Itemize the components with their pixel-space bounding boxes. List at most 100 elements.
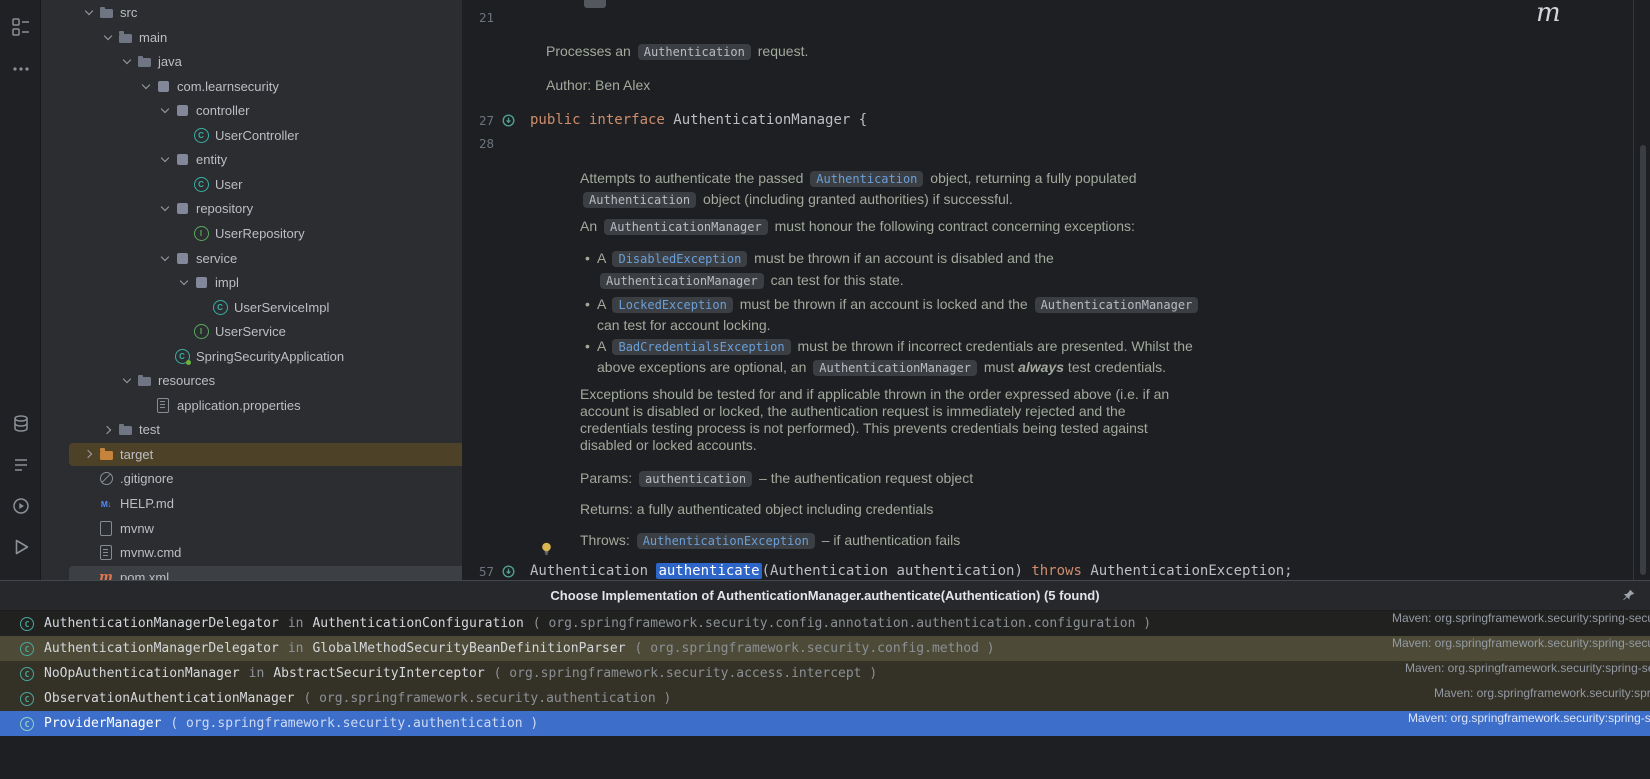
folder-icon [119, 34, 132, 43]
tree-item-test[interactable]: test [41, 417, 462, 442]
text-file-icon [157, 398, 169, 413]
tree-item-src[interactable]: src [41, 0, 462, 25]
tree-item-userrepository[interactable]: IUserRepository [41, 221, 462, 246]
chevron-closed-icon[interactable] [79, 442, 98, 467]
maven-file-icon: m [99, 570, 113, 580]
chevron-spacer [79, 491, 98, 516]
more-icon[interactable] [10, 58, 32, 80]
doc-text: object (including granted authorities) i… [699, 191, 1013, 207]
doc-line: Params: authentication – the authenticat… [580, 470, 973, 487]
package-icon [158, 81, 169, 92]
structure-icon[interactable] [10, 16, 32, 38]
editor: 21272857 Processes an Authentication req… [462, 0, 1650, 580]
doc-line: Exceptions should be tested for and if a… [580, 386, 1169, 402]
class-icon: C [20, 717, 34, 731]
implementation-row[interactable]: CNoOpAuthenticationManagerinAbstractSecu… [0, 661, 1650, 686]
chevron-open-icon[interactable] [155, 147, 174, 172]
code-keyword: throws [1031, 563, 1082, 579]
tree-item-service[interactable]: service [41, 246, 462, 271]
doc-link-chip[interactable]: LockedException [612, 297, 732, 313]
code-text: AuthenticationException; [1082, 563, 1293, 579]
run-icon[interactable] [10, 536, 32, 558]
tree-item-label: pom.xml [120, 570, 169, 580]
tree-item-icon [155, 78, 171, 94]
chevron-open-icon[interactable] [79, 0, 98, 25]
tree-item-icon [98, 5, 114, 21]
tree-item-icon [174, 250, 190, 266]
doc-link-chip[interactable]: AuthenticationException [637, 533, 815, 549]
tree-item-user[interactable]: CUser [41, 172, 462, 197]
tree-item-resources[interactable]: resources [41, 368, 462, 393]
tree-item-main[interactable]: main [41, 25, 462, 50]
tree-item-repository[interactable]: repository [41, 196, 462, 221]
tree-item-entity[interactable]: entity [41, 147, 462, 172]
tree-item-label: application.properties [177, 398, 301, 413]
chevron-spacer [136, 393, 155, 418]
tree-item-usercontroller[interactable]: CUserController [41, 123, 462, 148]
tree-item-java[interactable]: java [41, 49, 462, 74]
chevron-open-icon[interactable] [136, 74, 155, 99]
implementation-class-name: NoOpAuthenticationManager [44, 666, 240, 681]
tree-item-target[interactable]: target [41, 442, 462, 467]
containing-class-name: GlobalMethodSecurityBeanDefinitionParser [312, 641, 625, 656]
doc-link-chip[interactable]: BadCredentialsException [612, 339, 790, 355]
editor-scrollbar[interactable] [1640, 145, 1646, 575]
tree-item-impl[interactable]: impl [41, 270, 462, 295]
package-location: ( org.springframework.security.authentic… [294, 691, 671, 706]
implementation-row[interactable]: CAuthenticationManagerDelegatorinAuthent… [0, 611, 1650, 636]
ignored-file-icon [100, 472, 113, 485]
package-location: ( org.springframework.security.config.me… [626, 641, 995, 656]
implemented-marker-icon[interactable] [502, 565, 515, 578]
implementation-row[interactable]: CAuthenticationManagerDelegatorinGlobalM… [0, 636, 1650, 661]
package-icon [177, 105, 188, 116]
chevron-open-icon[interactable] [117, 368, 136, 393]
intention-bulb-icon[interactable] [540, 542, 553, 557]
chevron-open-icon[interactable] [155, 98, 174, 123]
chevron-open-icon[interactable] [174, 270, 193, 295]
todo-icon[interactable] [10, 454, 32, 476]
database-icon[interactable] [10, 413, 32, 435]
doc-text: Attempts to authenticate the passed [580, 170, 807, 186]
doc-link-chip[interactable]: Authentication [810, 171, 923, 187]
doc-text: account is disabled or locked, the authe… [580, 403, 1126, 419]
tree-item-mvnw[interactable]: mvnw [41, 516, 462, 541]
doc-link-chip[interactable]: DisabledException [612, 251, 747, 267]
implemented-marker-icon[interactable] [502, 114, 515, 127]
chevron-open-icon[interactable] [155, 246, 174, 271]
tree-item-icon [174, 103, 190, 119]
code-text: AuthenticationManager { [673, 112, 867, 128]
tree-item-mvnw-cmd[interactable]: mvnw.cmd [41, 540, 462, 565]
implementation-row-selected[interactable]: CProviderManager( org.springframework.se… [0, 711, 1650, 736]
chevron-spacer [79, 516, 98, 541]
file-icon [100, 521, 112, 536]
class-icon: C [20, 642, 34, 656]
tree-item-controller[interactable]: controller [41, 98, 462, 123]
maven-tool-window-button[interactable]: m [1536, 0, 1561, 28]
tree-item-userservice[interactable]: IUserService [41, 319, 462, 344]
tree-item-userserviceimpl[interactable]: CUserServiceImpl [41, 295, 462, 320]
folder-icon [100, 9, 113, 18]
tree-item-label: resources [158, 373, 215, 388]
tree-item-springsecurityapplication[interactable]: CSpringSecurityApplication [41, 344, 462, 369]
tree-item-application-properties[interactable]: application.properties [41, 393, 462, 418]
tree-item-com-learnsecurity[interactable]: com.learnsecurity [41, 74, 462, 99]
chevron-open-icon[interactable] [98, 25, 117, 50]
chevron-closed-icon[interactable] [98, 417, 117, 442]
tree-item-pom-xml[interactable]: m pom.xml [41, 565, 462, 580]
chevron-open-icon[interactable] [117, 49, 136, 74]
doc-line: Authentication object (including granted… [580, 191, 1013, 208]
pin-icon[interactable] [1621, 588, 1636, 603]
implementation-row[interactable]: CObservationAuthenticationManager( org.s… [0, 686, 1650, 711]
doc-text: Exceptions should be tested for and if a… [580, 386, 1169, 402]
tree-item--gitignore[interactable]: .gitignore [41, 466, 462, 491]
in-label: in [279, 641, 313, 656]
doc-text: can test for this state. [767, 272, 904, 288]
chevron-open-icon[interactable] [155, 196, 174, 221]
doc-text: above exceptions are optional, an [597, 359, 810, 375]
tree-item-help-md[interactable]: M↓HELP.md [41, 491, 462, 516]
tree-item-icon: C [212, 299, 228, 315]
doc-line: •A DisabledException must be thrown if a… [585, 250, 1054, 267]
in-label: in [240, 666, 274, 681]
package-icon [177, 203, 188, 214]
services-icon[interactable] [10, 495, 32, 517]
